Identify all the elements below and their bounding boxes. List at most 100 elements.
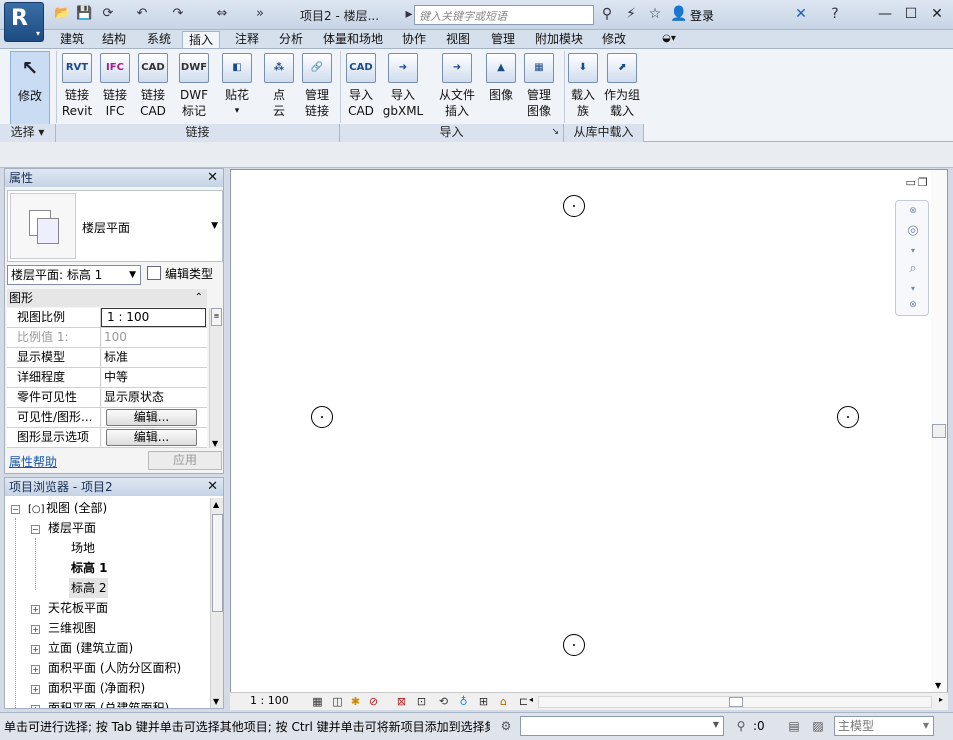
scroll-right-icon[interactable]: ▸ (939, 695, 943, 704)
manage-links-button[interactable]: 🔗 管理 链接 (298, 51, 336, 119)
tab-systems[interactable]: 系统 (143, 31, 175, 48)
design-options-icon[interactable]: ▨ (810, 718, 826, 734)
filter-icon[interactable]: ⚲ (733, 718, 749, 734)
tab-massing-site[interactable]: 体量和场地 (320, 31, 386, 48)
properties-help-link[interactable]: 属性帮助 (9, 453, 57, 470)
tree-node-3d-views[interactable]: + 三维视图 (31, 618, 96, 638)
shadows-icon[interactable]: ⊘ (366, 694, 381, 709)
undo-icon[interactable]: ↶ (134, 6, 150, 22)
link-cad-button[interactable]: CAD 链接 CAD (134, 51, 172, 119)
tab-view[interactable]: 视图 (442, 31, 474, 48)
measure-icon[interactable]: ⇔ (214, 6, 230, 22)
link-revit-button[interactable]: RVT 链接 Revit (58, 51, 96, 119)
browser-scrollbar[interactable]: ▲ ▼ (210, 498, 223, 708)
tree-node-area-plans-civil[interactable]: + 面积平面 (人防分区面积) (31, 658, 181, 678)
sun-path-icon[interactable]: ✱ (348, 694, 363, 709)
collapse-icon[interactable]: − (11, 505, 20, 514)
subscription-icon[interactable]: ⚡ (622, 5, 640, 23)
elevation-marker-north[interactable] (563, 195, 585, 217)
editing-requests-icon[interactable]: ▤ (786, 718, 802, 734)
expand-icon[interactable]: + (31, 625, 40, 634)
select-group-label[interactable]: 选择 ▾ (0, 124, 56, 142)
tab-insert[interactable]: 插入 (182, 31, 220, 48)
dwf-markup-button[interactable]: DWF DWF 标记 (174, 51, 214, 119)
exchange-apps-icon[interactable]: ✕ (792, 5, 810, 23)
decal-button[interactable]: ◧ 贴花 ▾ (218, 51, 256, 119)
insert-from-file-button[interactable]: ➜ 从文件 插入 (434, 51, 480, 119)
canvas-vertical-scrollbar[interactable]: ▼ (931, 170, 947, 692)
scroll-thumb[interactable]: ≡ (211, 308, 222, 326)
temp-hide-icon[interactable]: ⟲ (436, 694, 451, 709)
help-icon[interactable]: ? (826, 5, 844, 23)
tab-add-ins[interactable]: 附加模块 (532, 31, 586, 48)
scroll-left-icon[interactable]: ◂ (529, 695, 533, 704)
collapse-icon[interactable]: − (31, 525, 40, 534)
expand-icon[interactable]: + (31, 685, 40, 694)
tab-manage[interactable]: 管理 (486, 31, 520, 48)
design-option-combo[interactable]: 主模型 ▼ (834, 716, 934, 736)
temporary-properties-icon[interactable]: ⊞ (476, 694, 491, 709)
scroll-thumb[interactable] (932, 424, 946, 438)
tab-structure[interactable]: 结构 (98, 31, 130, 48)
drawing-area[interactable]: ▭❐✕ ⊗ ◎ ▾ ⌕ ▾ ⊗ ▼ (230, 169, 948, 693)
tree-node-area-plans-net[interactable]: + 面积平面 (净面积) (31, 678, 145, 698)
type-selector[interactable]: 楼层平面 ▼ (7, 190, 223, 262)
detail-level-value[interactable]: 中等 (102, 368, 207, 387)
scroll-thumb[interactable] (729, 697, 743, 707)
tab-collaborate[interactable]: 协作 (398, 31, 430, 48)
close-icon[interactable]: ✕ (207, 478, 218, 496)
show-crop-icon[interactable]: ⊡ (414, 694, 429, 709)
scroll-down-icon[interactable]: ▼ (212, 439, 218, 448)
save-icon[interactable]: 💾 (76, 6, 92, 22)
view-instance-filter[interactable]: 楼层平面: 标高 1 ▼ (7, 265, 141, 285)
ribbon-minimize-icon[interactable]: ◒▾ (656, 31, 682, 48)
open-icon[interactable]: 📂 (54, 6, 70, 22)
minimize-button[interactable]: — (874, 4, 896, 24)
expand-icon[interactable]: + (31, 705, 40, 708)
scroll-down-icon[interactable]: ▼ (935, 681, 941, 690)
minimize-view-icon[interactable]: ▭ (906, 176, 918, 189)
tab-architecture[interactable]: 建筑 (56, 31, 88, 48)
vg-edit-button[interactable]: 编辑... (106, 409, 197, 426)
binoculars-icon[interactable]: ⚲ (598, 5, 616, 23)
scroll-up-icon[interactable]: ▲ (213, 500, 219, 509)
reveal-hidden-icon[interactable]: ♁ (456, 694, 471, 709)
zoom-region-icon[interactable]: ⌕ (903, 259, 923, 279)
tree-node-site[interactable]: 场地 (71, 538, 95, 558)
expand-icon[interactable]: + (31, 605, 40, 614)
expand-icon[interactable]: + (31, 665, 40, 674)
point-cloud-button[interactable]: ⁂ 点 云 (260, 51, 298, 119)
login-button[interactable]: 登录 (690, 7, 714, 24)
scroll-down-icon[interactable]: ▼ (213, 697, 219, 706)
star-icon[interactable]: ☆ (646, 5, 664, 23)
import-gbxml-button[interactable]: ➜ 导入 gbXML (380, 51, 426, 119)
tab-analyze[interactable]: 分析 (274, 31, 308, 48)
analytical-model-icon[interactable]: ⌂ (496, 694, 511, 709)
apply-button[interactable]: 应用 (148, 451, 222, 470)
close-window-button[interactable]: ✕ (926, 4, 948, 24)
steering-wheel-icon[interactable]: ◎ (903, 221, 923, 241)
tab-modify[interactable]: 修改 (598, 31, 630, 48)
import-cad-button[interactable]: CAD 导入 CAD (342, 51, 380, 119)
link-ifc-button[interactable]: IFC 链接 IFC (96, 51, 134, 119)
visual-style-icon[interactable]: ◫ (330, 694, 345, 709)
dialog-launcher-icon[interactable]: ↘ (551, 124, 559, 141)
user-icon[interactable]: 👤 (670, 5, 688, 23)
parts-visibility-value[interactable]: 显示原状态 (102, 388, 207, 407)
tree-node-area-plans-gross[interactable]: +面积平面 (总建筑面积) (31, 698, 169, 708)
dropdown-arrow-icon[interactable]: ▾ (903, 241, 923, 261)
tree-node-level-1[interactable]: 标高 1 (71, 558, 108, 578)
canvas-horizontal-scrollbar[interactable]: ◂ ▸ (529, 695, 943, 708)
maximize-button[interactable]: ☐ (900, 4, 922, 24)
workset-combo[interactable]: ▼ (520, 716, 724, 736)
redo-icon[interactable]: ↷ (170, 6, 186, 22)
expand-icon[interactable]: + (31, 645, 40, 654)
tree-node-level-2[interactable]: 标高 2 (69, 578, 109, 598)
view-scale-control[interactable]: 1 : 100 (250, 694, 289, 707)
scroll-thumb[interactable] (212, 514, 223, 612)
elevation-marker-west[interactable] (311, 406, 333, 428)
elevation-marker-south[interactable] (563, 634, 585, 656)
application-menu-button[interactable]: R ▾ (4, 2, 44, 42)
load-as-group-button[interactable]: ⬈ 作为组 载入 (602, 51, 642, 119)
sync-icon[interactable]: ⟳ (100, 6, 116, 22)
